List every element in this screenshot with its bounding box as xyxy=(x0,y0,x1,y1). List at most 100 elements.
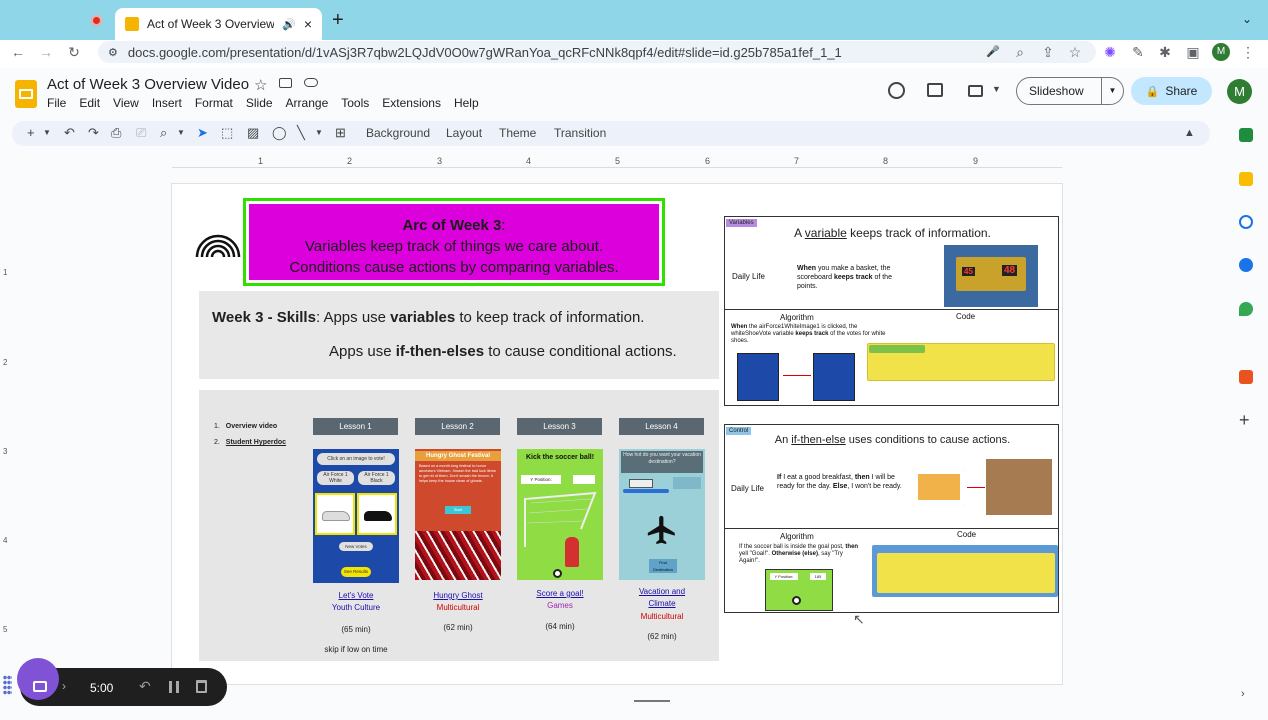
tasks-icon[interactable] xyxy=(1239,215,1253,229)
lesson-4-category: Multicultural xyxy=(640,612,684,621)
menu-file[interactable]: File xyxy=(47,96,66,110)
document-title[interactable]: Act of Week 3 Overview Video xyxy=(47,76,249,93)
text-box-icon[interactable]: ⬚ xyxy=(221,125,233,141)
cloud-status-icon[interactable] xyxy=(304,78,318,87)
skills-box[interactable]: Week 3 - Skills: Apps use variables to k… xyxy=(199,291,719,379)
office-addon-icon[interactable] xyxy=(1239,370,1253,384)
menu-arrange[interactable]: Arrange xyxy=(286,96,329,110)
transition-button[interactable]: Transition xyxy=(554,126,606,140)
menu-help[interactable]: Help xyxy=(454,96,479,110)
site-info-icon[interactable]: ⚙ xyxy=(108,46,118,59)
close-tab-icon[interactable]: × xyxy=(304,16,312,32)
student-hyperdoc-link[interactable]: 2. Student Hyperdoc xyxy=(214,439,286,446)
recorder-delete-icon[interactable] xyxy=(196,680,207,693)
select-cursor-icon[interactable]: ➤ xyxy=(197,125,208,141)
menu-edit[interactable]: Edit xyxy=(79,96,100,110)
zoom-icon[interactable]: ⌕ xyxy=(1012,44,1028,60)
lesson-3-thumbnail[interactable]: Kick the soccer ball! Y Position: xyxy=(517,449,603,580)
print-icon[interactable]: ⎙ xyxy=(111,125,121,141)
new-tab-button[interactable]: + xyxy=(332,10,344,30)
tab-search-icon[interactable]: ⌄ xyxy=(1242,12,1252,26)
slideshow-button[interactable]: Slideshow ▼ xyxy=(1016,77,1124,105)
variables-code-label: Code xyxy=(956,312,976,321)
share-button[interactable]: 🔒 Share xyxy=(1131,77,1212,105)
menu-tools[interactable]: Tools xyxy=(341,96,369,110)
overview-video-link[interactable]: 1. Overview video xyxy=(214,423,277,430)
new-slide-icon[interactable]: + xyxy=(27,125,35,141)
puzzle-extensions-icon[interactable]: ✱ xyxy=(1157,44,1173,60)
recorder-expand-icon[interactable]: › xyxy=(62,679,66,693)
audio-icon[interactable]: 🔊 xyxy=(282,18,296,31)
keep-icon[interactable] xyxy=(1239,172,1253,186)
insert-image-icon[interactable]: ▨ xyxy=(247,125,259,141)
recorder-pause-icon[interactable] xyxy=(169,681,179,693)
browser-profile-avatar[interactable]: M xyxy=(1212,43,1230,61)
menu-insert[interactable]: Insert xyxy=(152,96,182,110)
lesson-2-name[interactable]: Hungry Ghost xyxy=(403,591,513,600)
slideshow-dropdown-icon[interactable]: ▼ xyxy=(1101,78,1123,104)
meet-camera-icon[interactable] xyxy=(968,85,983,97)
lesson-1-name[interactable]: Let's Vote xyxy=(301,591,411,600)
back-icon[interactable]: ← xyxy=(10,44,26,60)
recorder-camera-icon[interactable] xyxy=(33,681,47,692)
lesson-4-thumbnail[interactable]: How hot do you want your vacation destin… xyxy=(619,449,705,580)
vertical-ruler[interactable]: 1 2 3 4 5 xyxy=(0,170,12,670)
address-bar[interactable]: ⚙ docs.google.com/presentation/d/1vASj3R… xyxy=(98,41,1096,63)
recorder-bubble[interactable] xyxy=(17,658,59,700)
new-slide-dropdown-icon[interactable]: ▼ xyxy=(43,125,51,141)
lesson-4-name[interactable]: Vacation and xyxy=(607,587,717,596)
lesson-4-name-line-2[interactable]: Climate xyxy=(607,599,717,608)
menu-extensions[interactable]: Extensions xyxy=(382,96,441,110)
maps-icon[interactable] xyxy=(1239,302,1253,316)
slides-logo-icon[interactable] xyxy=(15,80,37,108)
move-folder-icon[interactable] xyxy=(279,78,292,88)
collapse-menus-icon[interactable]: ▲ xyxy=(1184,125,1195,141)
line-dropdown-icon[interactable]: ▼ xyxy=(315,125,323,141)
contacts-icon[interactable] xyxy=(1239,258,1253,272)
insert-comment-icon[interactable]: ⊞ xyxy=(335,125,346,141)
redo-icon[interactable]: ↷ xyxy=(88,125,99,141)
line-icon[interactable]: ╲ xyxy=(297,125,305,141)
lesson-1-thumbnail[interactable]: Click on an image to vote! Air Force 1 W… xyxy=(313,449,399,583)
extension-icon[interactable]: ✺ xyxy=(1102,44,1118,60)
arc-line-variables: Variables keep track of things we care a… xyxy=(304,238,604,255)
expand-panel-icon[interactable]: › xyxy=(1241,688,1245,700)
star-icon[interactable]: ☆ xyxy=(254,76,267,94)
sheets-addon-icon[interactable] xyxy=(1239,128,1253,142)
browser-menu-icon[interactable]: ⋮ xyxy=(1240,44,1256,60)
menu-format[interactable]: Format xyxy=(195,96,233,110)
arc-header-box[interactable]: Arc of Week 3: Variables keep track of t… xyxy=(243,198,665,286)
version-history-icon[interactable] xyxy=(888,82,905,99)
horizontal-ruler[interactable]: 1 2 3 4 5 6 7 8 9 xyxy=(172,154,1062,168)
background-button[interactable]: Background xyxy=(366,126,430,140)
bookmark-star-icon[interactable]: ☆ xyxy=(1067,44,1083,60)
mic-icon[interactable]: 🎤 xyxy=(985,44,1001,60)
browser-tab[interactable]: Act of Week 3 Overview Vi 🔊 × xyxy=(115,8,322,40)
undo-icon[interactable]: ↶ xyxy=(64,125,75,141)
shape-icon[interactable]: ◯ xyxy=(272,125,287,141)
recorder-restart-icon[interactable]: ↶ xyxy=(139,678,151,695)
meet-dropdown-icon[interactable]: ▼ xyxy=(992,84,1001,94)
speaker-notes-handle[interactable] xyxy=(634,700,670,702)
forward-icon[interactable]: → xyxy=(38,44,54,60)
add-addon-icon[interactable]: + xyxy=(1239,410,1250,431)
reload-icon[interactable]: ↻ xyxy=(66,44,82,60)
lesson-2-category: Multicultural xyxy=(436,603,480,612)
comments-icon[interactable] xyxy=(927,83,943,97)
layout-button[interactable]: Layout xyxy=(446,126,482,140)
control-panel[interactable]: Control An if-then-else uses conditions … xyxy=(724,424,1059,613)
lesson-2-thumbnail[interactable]: Hungry Ghost Festival Based on a month-l… xyxy=(415,449,501,580)
eyedropper-icon[interactable]: ✎ xyxy=(1130,44,1146,60)
paint-format-icon[interactable]: ⎚ xyxy=(136,125,146,141)
menu-view[interactable]: View xyxy=(113,96,139,110)
variables-title: A variable keeps track of information. xyxy=(794,226,991,240)
lesson-3-name[interactable]: Score a goal! xyxy=(505,589,615,598)
account-avatar[interactable]: M xyxy=(1227,79,1252,104)
variables-panel[interactable]: Variables A variable keeps track of info… xyxy=(724,216,1059,406)
theme-button[interactable]: Theme xyxy=(499,126,536,140)
side-panel-icon[interactable]: ▣ xyxy=(1185,44,1201,60)
zoom-dropdown-icon[interactable]: ▼ xyxy=(177,125,185,141)
zoom-icon[interactable]: ⌕ xyxy=(160,125,167,141)
share-page-icon[interactable]: ⇪ xyxy=(1040,44,1056,60)
menu-slide[interactable]: Slide xyxy=(246,96,273,110)
